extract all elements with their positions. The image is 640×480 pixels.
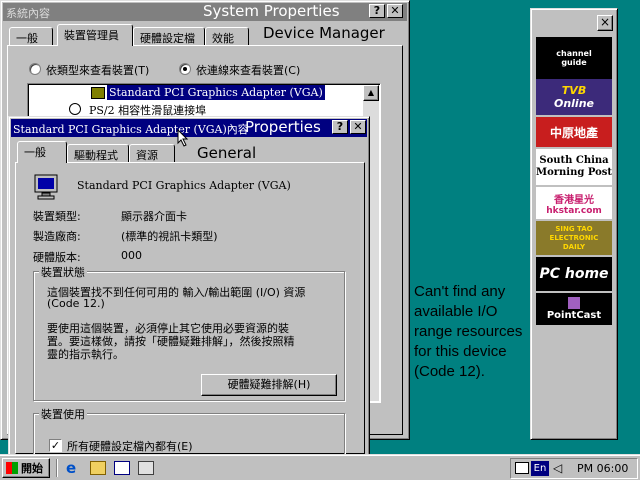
- device-type-label: 裝置類型:: [33, 210, 81, 223]
- properties-title: Properties: [245, 119, 321, 136]
- manufacturer-label: 製造廠商:: [33, 230, 81, 243]
- view-by-connection-radio[interactable]: [179, 63, 191, 75]
- view-by-type-label: 依類型來查看裝置(T): [46, 64, 150, 77]
- start-label: 開始: [21, 462, 43, 475]
- windows-logo-icon: [6, 462, 18, 474]
- pointcast-link[interactable]: PointCast: [536, 293, 612, 325]
- monitor-icon: [34, 174, 58, 200]
- all-profiles-label: 所有硬體設定檔內都有(E): [67, 440, 193, 453]
- properties-help-button[interactable]: ?: [332, 120, 348, 134]
- all-profiles-checkbox[interactable]: ✓: [49, 439, 62, 452]
- centaline-text: 中原地產: [549, 125, 598, 140]
- system-properties-title-chinese: 系統內容: [6, 7, 50, 20]
- status-message-line2: (Code 12.): [47, 297, 105, 310]
- annotation-line: available I/O: [414, 303, 498, 320]
- clock: PM 06:00: [577, 462, 629, 475]
- tab-general-properties[interactable]: 一般: [17, 141, 67, 163]
- properties-title-device: Standard PCI Graphics Adapter (VGA)內容: [13, 123, 249, 136]
- display-adapter-icon: [91, 87, 105, 99]
- annotation-line: (Code 12).: [414, 363, 485, 380]
- system-tray: En ◁ PM 06:00: [510, 458, 638, 479]
- scmp-text-2: Morning Post: [536, 167, 612, 178]
- properties-close-button[interactable]: ✕: [350, 120, 366, 134]
- tab-driver[interactable]: 驅動程式: [67, 144, 129, 163]
- hkstar-text-2: hkstar.com: [546, 205, 602, 216]
- scmp-text-1: South China: [539, 155, 609, 166]
- tree-item-selected[interactable]: Standard PCI Graphics Adapter (VGA): [107, 85, 325, 100]
- network-tray-icon[interactable]: [515, 462, 529, 474]
- scroll-up-button[interactable]: ▲: [363, 85, 379, 101]
- hardware-troubleshooter-button[interactable]: 硬體疑難排解(H): [201, 374, 337, 396]
- internet-explorer-icon[interactable]: e: [66, 461, 82, 477]
- general-overlay-label: General: [197, 144, 257, 162]
- device-name: Standard PCI Graphics Adapter (VGA): [77, 179, 291, 192]
- singtao-text-1: SING TAO: [555, 224, 593, 233]
- tab-hardware-profiles[interactable]: 硬體設定檔: [133, 27, 205, 46]
- pchome-link[interactable]: PC home: [536, 257, 612, 291]
- show-desktop-icon[interactable]: [114, 461, 130, 475]
- annotation-line: Can't find any: [414, 283, 506, 300]
- tab-device-manager[interactable]: 裝置管理員: [57, 24, 133, 46]
- channel-guide-text-1: channel: [556, 49, 592, 58]
- hkstar-text-1: 香港星光: [554, 194, 594, 206]
- properties-titlebar[interactable]: Standard PCI Graphics Adapter (VGA)內容 Pr…: [11, 119, 367, 137]
- tab-general[interactable]: 一般: [9, 27, 53, 46]
- outlook-express-icon[interactable]: [90, 461, 106, 475]
- quick-launch-separator: [56, 459, 58, 477]
- pchome-text: PC home: [539, 266, 609, 282]
- singtao-link[interactable]: SING TAO ELECTRONIC DAILY: [536, 221, 612, 255]
- scmp-link[interactable]: South China Morning Post: [536, 149, 612, 185]
- taskbar: 開始 e En ◁ PM 06:00: [0, 454, 640, 480]
- tab-performance[interactable]: 效能: [205, 27, 249, 46]
- view-channels-icon[interactable]: [138, 461, 154, 475]
- hkstar-link[interactable]: 香港星光 hkstar.com: [536, 187, 612, 219]
- device-usage-label: 裝置使用: [39, 406, 87, 422]
- error-annotation: Can't find any available I/O range resou…: [414, 282, 532, 382]
- singtao-text-2: ELECTRONIC DAILY: [549, 233, 599, 251]
- hardware-version-label: 硬體版本:: [33, 251, 81, 264]
- system-properties-titlebar[interactable]: 系統內容 System Properties: [3, 3, 407, 21]
- device-type-value: 顯示器介面卡: [121, 210, 187, 223]
- mouse-cursor-icon: [177, 129, 189, 147]
- device-manager-overlay-label: Device Manager: [263, 24, 385, 42]
- help-button[interactable]: ?: [369, 4, 385, 18]
- tvb-logo: TVB: [561, 84, 587, 97]
- start-button[interactable]: 開始: [2, 458, 50, 478]
- view-by-connection-label: 依連線來查看裝置(C): [196, 64, 301, 77]
- tvb-online-link[interactable]: TVB Online: [536, 79, 612, 115]
- volume-icon[interactable]: ◁: [553, 461, 562, 475]
- manufacturer-value: (標準的視訊卡類型): [121, 230, 218, 243]
- centaline-link[interactable]: 中原地產: [536, 117, 612, 147]
- close-button[interactable]: ✕: [387, 4, 403, 18]
- channel-bar: × channel guide TVB Online 中原地產 South Ch…: [530, 8, 618, 440]
- channel-guide-text-2: guide: [561, 58, 587, 67]
- annotation-line: range resources: [414, 323, 523, 340]
- system-properties-title: System Properties: [203, 3, 340, 20]
- view-by-type-radio[interactable]: [29, 63, 41, 75]
- channel-bar-close-button[interactable]: ×: [597, 15, 613, 31]
- annotation-line: for this device: [414, 343, 507, 360]
- pointcast-text: PointCast: [546, 310, 602, 321]
- tab-resources[interactable]: 資源: [129, 144, 175, 163]
- properties-dialog: Standard PCI Graphics Adapter (VGA)內容 Pr…: [8, 116, 370, 457]
- hardware-version-value: 000: [121, 249, 142, 262]
- device-status-label: 裝置狀態: [39, 264, 87, 280]
- pointcast-icon: [568, 297, 580, 309]
- status-message-para3: 靈的指示執行。: [47, 348, 124, 361]
- mouse-icon: [69, 103, 81, 115]
- language-indicator[interactable]: En: [531, 461, 549, 476]
- channel-guide-link[interactable]: channel guide: [536, 37, 612, 79]
- tvb-online-text: Online: [553, 97, 594, 110]
